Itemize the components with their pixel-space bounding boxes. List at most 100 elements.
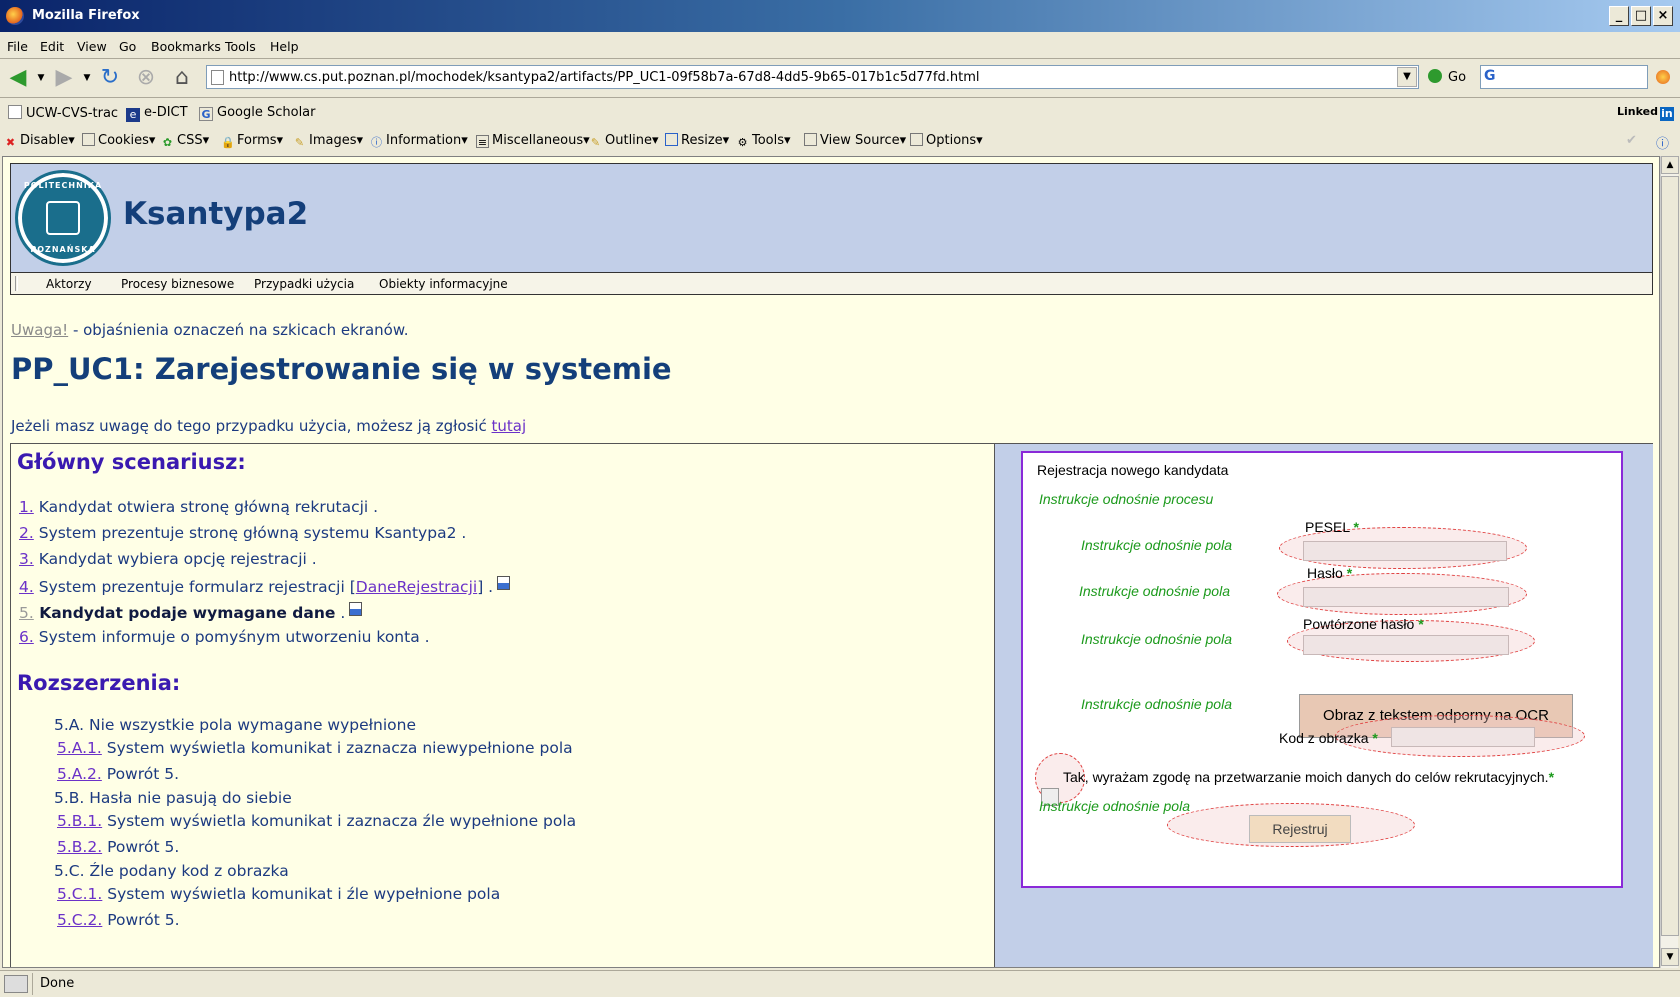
ext-step-link[interactable]: 5.A.2.: [57, 765, 102, 783]
linkedin-label: Linked: [1617, 105, 1658, 118]
stop-icon[interactable]: ⊗: [132, 65, 160, 91]
divider: [32, 973, 33, 995]
field-instructions: Instrukcje odnośnie pola: [1039, 798, 1190, 814]
back-arrow-icon[interactable]: ◀: [4, 65, 32, 91]
wd-validation-icon[interactable]: ✔: [1626, 133, 1637, 148]
address-dropdown-icon[interactable]: ▼: [1397, 67, 1417, 87]
screen-sketch-icon[interactable]: [497, 576, 511, 590]
password-field[interactable]: [1303, 587, 1509, 607]
bookmark-google-scholar[interactable]: G Google Scholar: [199, 105, 316, 121]
scenario-column: Główny scenariusz: 1. Kandydat otwiera s…: [10, 444, 995, 967]
repeat-password-field[interactable]: [1303, 635, 1509, 655]
status-text: Done: [40, 976, 75, 991]
extension-head: 5.A. Nie wszystkie pola wymagane wypełni…: [54, 716, 417, 734]
status-icon: [4, 975, 28, 993]
back-dropdown-icon[interactable]: ▼: [36, 65, 46, 91]
field-instructions: Instrukcje odnośnie pola: [1081, 537, 1232, 553]
menu-tools[interactable]: Tools: [225, 39, 256, 54]
step-text: .: [335, 604, 346, 622]
list-item: 5.A.2. Powrót 5.: [57, 765, 179, 783]
wd-css[interactable]: ✿ CSS▾: [161, 133, 209, 149]
wd-miscellaneous[interactable]: ≡ Miscellaneous▾: [476, 133, 590, 149]
wd-label: Resize: [681, 133, 723, 148]
wd-forms[interactable]: 🔒 Forms▾: [221, 133, 283, 149]
bookmark-label: e-DICT: [144, 105, 188, 120]
ext-step-link[interactable]: 5.A.1.: [57, 739, 102, 757]
close-button[interactable]: ×: [1653, 6, 1673, 26]
menu-file[interactable]: File: [7, 39, 28, 54]
forward-dropdown-icon[interactable]: ▼: [82, 65, 92, 91]
maximize-button[interactable]: □: [1631, 6, 1651, 26]
wd-images[interactable]: ✎ Images▾: [293, 133, 363, 149]
step-text: Kandydat wybiera opcję rejestracji .: [33, 550, 317, 568]
home-icon[interactable]: ⌂: [168, 65, 196, 91]
powtorzone-haslo-label: Powtórzone hasło *: [1303, 616, 1424, 632]
step-link[interactable]: 5.: [19, 604, 34, 622]
wd-options[interactable]: Options▾: [910, 133, 983, 148]
wd-label: Disable: [20, 133, 69, 148]
step-link[interactable]: 4.: [19, 578, 34, 596]
bookmark-ucw-cvs-trac[interactable]: UCW-CVS-trac: [8, 105, 118, 121]
cookies-icon: [82, 133, 95, 146]
list-item: 5.B.2. Powrót 5.: [57, 838, 179, 856]
required-star: *: [1548, 769, 1555, 785]
wd-disable[interactable]: ✖ Disable▾: [4, 133, 75, 149]
step-text: System prezentuje stronę główną systemu …: [33, 524, 467, 542]
go-button[interactable]: Go: [1428, 69, 1466, 85]
remark-link[interactable]: tutaj: [492, 417, 527, 435]
wd-outline[interactable]: ✎ Outline▾: [589, 133, 659, 149]
vertical-scrollbar[interactable]: ▲ ▼: [1660, 156, 1679, 968]
disable-icon: ✖: [5, 136, 16, 149]
menu-edit[interactable]: Edit: [40, 39, 64, 54]
ext-step-link[interactable]: 5.B.2.: [57, 838, 102, 856]
menu-go[interactable]: Go: [119, 39, 136, 54]
step-link[interactable]: 3.: [19, 550, 34, 568]
nav-obiekty-informacyjne[interactable]: Obiekty informacyjne: [379, 277, 508, 291]
search-input[interactable]: G: [1480, 65, 1648, 89]
captcha-code-field[interactable]: [1391, 727, 1535, 747]
resize-icon: [665, 133, 678, 146]
wd-resize[interactable]: Resize▾: [665, 133, 729, 148]
menu-bookmarks[interactable]: Bookmarks: [151, 39, 221, 54]
register-button[interactable]: Rejestruj: [1249, 815, 1351, 843]
step-link[interactable]: 6.: [19, 628, 34, 646]
ext-step-text: Powrót 5.: [102, 911, 180, 929]
wd-label: Outline: [605, 133, 653, 148]
scroll-thumb[interactable]: [1661, 176, 1679, 936]
menu-view[interactable]: View: [77, 39, 107, 54]
wd-info-icon[interactable]: ⓘ: [1656, 133, 1669, 152]
scroll-up-icon[interactable]: ▲: [1661, 156, 1679, 174]
wd-view-source[interactable]: View Source▾: [804, 133, 906, 148]
pesel-field[interactable]: [1303, 541, 1507, 561]
menu-help[interactable]: Help: [270, 39, 299, 54]
list-item: 5.C.2. Powrót 5.: [57, 911, 180, 929]
divider: [0, 58, 1680, 59]
ext-step-link[interactable]: 5.B.1.: [57, 812, 102, 830]
dane-rejestracji-link[interactable]: DaneRejestracji: [356, 578, 477, 596]
wd-cookies[interactable]: Cookies▾: [82, 133, 155, 148]
step-link[interactable]: 1.: [19, 498, 34, 516]
reload-icon[interactable]: ↻: [96, 65, 124, 91]
legend-text: - objaśnienia oznaczeń na szkicach ekran…: [68, 321, 409, 339]
forward-arrow-icon[interactable]: ▶: [50, 65, 78, 91]
step-link[interactable]: 2.: [19, 524, 34, 542]
minimize-button[interactable]: _: [1609, 6, 1629, 26]
wd-information[interactable]: ⓘ Information▾: [370, 133, 468, 149]
wd-tools[interactable]: ⚙ Tools▾: [736, 133, 791, 149]
sketch-title: Rejestracja nowego kandydata: [1037, 462, 1229, 478]
screen-sketch-icon[interactable]: [349, 602, 363, 616]
legend-link[interactable]: Uwaga!: [11, 321, 68, 339]
linkedin-button[interactable]: Linked in: [1617, 105, 1678, 121]
address-bar[interactable]: http://www.cs.put.poznan.pl/mochodek/ksa…: [206, 65, 1419, 89]
scroll-down-icon[interactable]: ▼: [1661, 948, 1679, 966]
pesel-text: PESEL: [1305, 519, 1350, 535]
list-item: 2. System prezentuje stronę główną syste…: [19, 524, 466, 542]
information-icon: ⓘ: [371, 136, 382, 149]
bookmark-e-dict[interactable]: e e-DICT: [126, 105, 188, 122]
ext-step-link[interactable]: 5.C.1.: [57, 885, 102, 903]
ext-step-link[interactable]: 5.C.2.: [57, 911, 102, 929]
nav-aktorzy[interactable]: Aktorzy: [46, 277, 92, 291]
nav-przypadki-uzycia[interactable]: Przypadki użycia: [254, 277, 354, 291]
nav-procesy-biznesowe[interactable]: Procesy biznesowe: [121, 277, 234, 291]
legend-note: Uwaga! - objaśnienia oznaczeń na szkicac…: [11, 321, 409, 339]
